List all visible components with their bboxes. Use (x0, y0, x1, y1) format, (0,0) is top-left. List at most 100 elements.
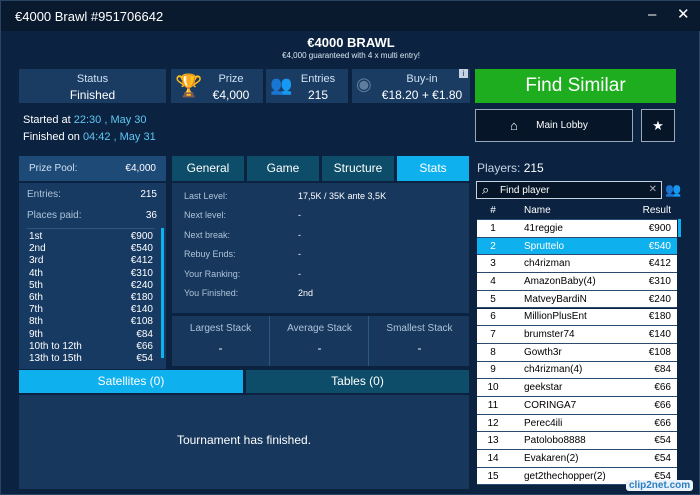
people-icon: 👥 (270, 75, 293, 95)
stat-value: - (298, 268, 301, 279)
favorite-star-button[interactable]: ★ (641, 109, 675, 142)
stat-row: Next level: - (184, 210, 464, 220)
player-row[interactable]: 8 Gowth3r €108 (477, 343, 677, 362)
player-rank: 9 (490, 364, 496, 376)
player-row[interactable]: 2 Spruttelo €540 (477, 237, 677, 256)
player-result: €54 (654, 452, 671, 464)
player-rank: 5 (490, 293, 496, 305)
player-rank: 14 (487, 452, 499, 464)
player-row[interactable]: 1 41reggie €900 (477, 220, 677, 238)
trophy-icon: 🏆 (175, 73, 203, 98)
player-name: Spruttelo (524, 240, 565, 252)
player-name: brumster74 (524, 329, 575, 341)
find-similar-button[interactable]: Find Similar (475, 69, 676, 103)
tab-tables[interactable]: Tables (0) (246, 370, 469, 393)
player-rank: 15 (487, 470, 499, 482)
player-rank: 8 (490, 346, 496, 358)
player-rank: 4 (490, 275, 496, 287)
home-icon: ⌂ (510, 118, 518, 133)
place-label: 13th to 15th (29, 353, 82, 364)
main-lobby-button[interactable]: ⌂ Main Lobby (475, 109, 633, 142)
player-row[interactable]: 4 AmazonBaby(4) €310 (477, 273, 677, 291)
tab-general[interactable]: General (172, 156, 244, 181)
tournament-subtitle: €4,000 guaranteed with 4 x multi entry! (282, 51, 420, 60)
stat-label: Next break: (184, 229, 231, 240)
entries-label: Entries (300, 73, 336, 85)
stat-row: Next break: - (184, 230, 464, 240)
player-rank: 1 (490, 222, 496, 234)
close-icon[interactable]: ✕ (677, 7, 690, 23)
player-row[interactable]: 12 Perec4ili €66 (477, 414, 677, 433)
info-icon[interactable]: i (459, 69, 468, 78)
prize-pool-header: Prize Pool: €4,000 (19, 156, 166, 181)
tournament-title: €4000 BRAWL (307, 35, 395, 50)
entries-value: 215 (307, 88, 329, 102)
player-name: 41reggie (524, 222, 563, 234)
search-icon: ⌕ (482, 182, 490, 197)
player-filter-icon[interactable]: 👥 (665, 182, 681, 198)
minimize-icon[interactable]: ‒ (648, 7, 656, 23)
tab-satellites[interactable]: Satellites (0) (19, 370, 243, 393)
stat-value: 17,5K / 35K ante 3,5K (298, 191, 387, 201)
stat-row: Rebuy Ends: - (184, 249, 464, 259)
buyin-box: ◉ i Buy-in €18.20 + €1.80 (352, 69, 470, 103)
players-label: Players: (477, 161, 521, 175)
stat-row: Your Ranking: - (184, 269, 464, 279)
player-name: MillionPlusEnt (524, 311, 587, 323)
prize-pool-value: €4,000 (125, 163, 156, 174)
places-list[interactable]: 1st €900 2nd €540 3rd €412 4th €310 5th €240 6th €1… (27, 228, 155, 368)
player-name: Perec4ili (524, 417, 563, 429)
player-result: €84 (654, 364, 671, 376)
player-name: ch4rizman (524, 258, 571, 270)
started-label: Started at (23, 114, 71, 126)
average-stack-label: Average Stack (287, 323, 352, 334)
prize-box: 🏆 Prize €4,000 (171, 69, 263, 103)
player-result: €900 (648, 222, 671, 234)
player-row[interactable]: 10 geekstar €66 (477, 379, 677, 397)
player-name: AmazonBaby(4) (524, 275, 596, 287)
player-result: €180 (648, 311, 671, 323)
clear-search-icon[interactable]: ✕ (649, 184, 657, 195)
title-bar: €4000 Brawl #951706642 ‒ ✕ (1, 1, 700, 31)
col-result: Result (642, 204, 671, 216)
tab-game[interactable]: Game (247, 156, 319, 181)
player-row[interactable]: 7 brumster74 €140 (477, 326, 677, 344)
window-title: €4000 Brawl #951706642 (15, 8, 164, 24)
stat-value: 2nd (298, 288, 314, 298)
player-row[interactable]: 13 Patolobo8888 €54 (477, 432, 677, 451)
player-name: Evakaren(2) (524, 452, 579, 464)
smallest-stack-value: - (417, 341, 422, 355)
largest-stack-label: Largest Stack (189, 323, 252, 334)
place-row: 13th to 15th €54 (29, 353, 153, 367)
player-row[interactable]: 9 ch4rizman(4) €84 (477, 361, 677, 380)
player-row[interactable]: 5 MatveyBardiN €240 (477, 290, 677, 309)
player-row[interactable]: 6 MillionPlusEnt €180 (477, 308, 677, 327)
player-rank: 10 (487, 382, 499, 394)
largest-stack: Largest Stack - (172, 316, 270, 366)
players-scrollbar[interactable] (678, 219, 681, 237)
places-scrollbar[interactable] (161, 228, 164, 358)
tab-stats[interactable]: Stats (397, 156, 469, 181)
player-row[interactable]: 11 CORINGA7 €66 (477, 397, 677, 415)
find-player-input[interactable]: Find player (500, 185, 549, 196)
smallest-stack-label: Smallest Stack (386, 323, 453, 334)
player-result: €310 (648, 275, 671, 287)
player-result: €54 (654, 435, 671, 447)
status-label: Status (76, 73, 109, 85)
tab-structure[interactable]: Structure (322, 156, 394, 181)
player-row[interactable]: 14 Evakaren(2) €54 (477, 450, 677, 468)
player-row[interactable]: 3 ch4rizman €412 (477, 255, 677, 274)
player-name: CORINGA7 (524, 399, 577, 411)
smallest-stack: Smallest Stack - (370, 316, 469, 366)
buyin-value: €18.20 + €1.80 (381, 88, 463, 102)
places-row-label: Places paid: (27, 210, 82, 221)
player-rank: 13 (487, 435, 499, 447)
places-row-value: 36 (145, 210, 157, 221)
started-value: 22:30 , May 30 (73, 114, 147, 126)
prize-pool-label: Prize Pool: (29, 163, 78, 174)
stat-label: Next level: (184, 210, 227, 221)
player-rank: 11 (487, 399, 499, 411)
find-player-field[interactable]: ⌕ Find player ✕ (476, 181, 662, 199)
prize-label: Prize (218, 73, 244, 85)
largest-stack-value: - (218, 341, 223, 355)
